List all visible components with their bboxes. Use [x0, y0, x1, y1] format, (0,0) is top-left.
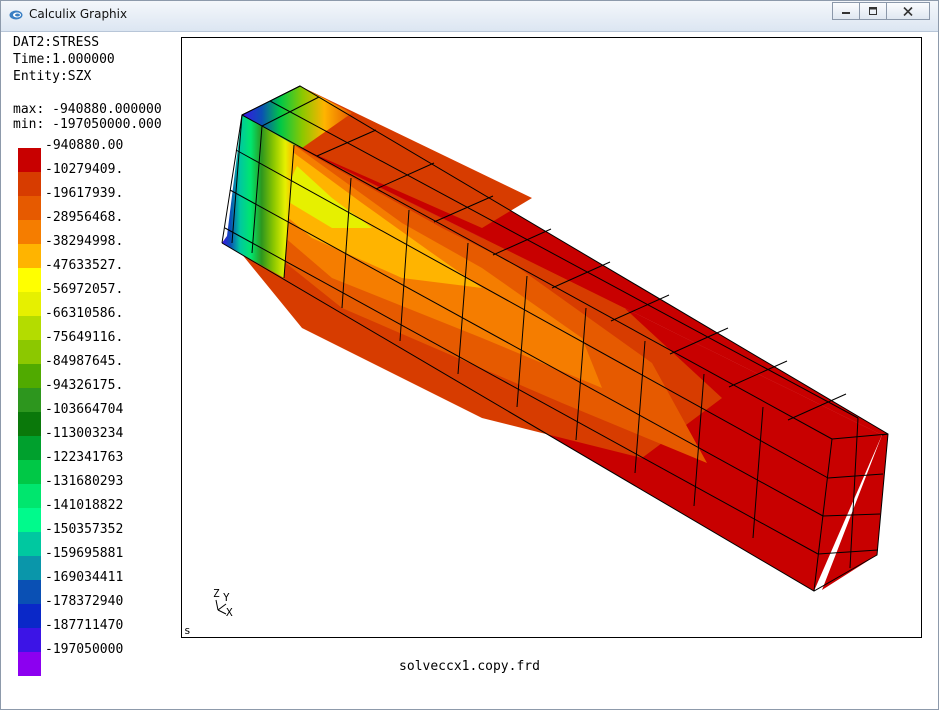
legend-label: -10279409. — [45, 162, 124, 177]
legend-swatch — [18, 340, 41, 364]
legend-swatch — [18, 580, 41, 604]
legend-label: -38294998. — [45, 234, 124, 249]
calculix-app-icon — [9, 10, 23, 20]
legend-label: -56972057. — [45, 282, 124, 297]
legend-label: -141018822 — [45, 498, 124, 513]
min-value: min: -197050000.000 — [13, 117, 162, 132]
end-face — [222, 115, 294, 278]
time-label: Time:1.000000 — [13, 52, 115, 67]
close-icon — [903, 6, 913, 16]
legend-swatch — [18, 388, 41, 412]
legend-swatch — [18, 532, 41, 556]
legend-label: -178372940 — [45, 594, 124, 609]
legend-swatch — [18, 292, 41, 316]
legend-swatch — [18, 604, 41, 628]
legend-label: -75649116. — [45, 330, 124, 345]
legend-swatch — [18, 148, 41, 172]
maximize-button[interactable] — [859, 2, 887, 20]
legend-label: -84987645. — [45, 354, 124, 369]
legend-swatch — [18, 484, 41, 508]
legend-label: -113003234 — [45, 426, 124, 441]
minimize-button[interactable] — [832, 2, 860, 20]
legend-swatch — [18, 244, 41, 268]
legend-swatch — [18, 268, 41, 292]
legend-label: -19617939. — [45, 186, 124, 201]
legend-label: -150357352 — [45, 522, 124, 537]
dataset-label: DAT2:STRESS — [13, 35, 100, 50]
legend-label: -197050000 — [45, 642, 124, 657]
title-bar[interactable]: Calculix Graphix — [1, 1, 938, 32]
legend-label: -169034411 — [45, 570, 124, 585]
legend-label: -103664704 — [45, 402, 124, 417]
legend-label: -940880.00 — [45, 138, 124, 153]
legend-swatch — [18, 412, 41, 436]
legend-label: -187711470 — [45, 618, 124, 633]
legend-label: -122341763 — [45, 450, 124, 465]
legend-label: -159695881 — [45, 546, 124, 561]
window-title: Calculix Graphix — [29, 7, 128, 21]
maximize-icon — [869, 7, 877, 15]
legend-swatch — [18, 556, 41, 580]
legend-swatch — [18, 220, 41, 244]
legend-label: -66310586. — [45, 306, 124, 321]
file-name: solveccx1.copy.frd — [399, 659, 540, 674]
close-button[interactable] — [886, 2, 930, 20]
fe-mesh-plot: Z Y X — [213, 85, 889, 619]
calculix-window: Calculix Graphix DAT2:STRESS Time:1.0000… — [0, 0, 939, 710]
corner-label: s — [184, 624, 191, 637]
max-value: max: -940880.000000 — [13, 102, 162, 117]
window-controls — [832, 2, 930, 20]
legend-label: -94326175. — [45, 378, 124, 393]
legend-label: -47633527. — [45, 258, 124, 273]
legend-swatch — [18, 460, 41, 484]
legend-swatch — [18, 316, 41, 340]
model-viewport[interactable]: Z Y X s — [181, 37, 922, 638]
legend-swatch — [18, 436, 41, 460]
graphics-area[interactable]: DAT2:STRESS Time:1.000000 Entity:SZX max… — [7, 32, 932, 705]
axis-x-label: X — [226, 606, 233, 619]
legend-label: -28956468. — [45, 210, 124, 225]
legend-swatch — [18, 628, 41, 652]
legend-swatch — [18, 196, 41, 220]
legend-swatch — [18, 172, 41, 196]
minimize-icon — [842, 12, 850, 14]
entity-label: Entity:SZX — [13, 69, 92, 84]
legend-swatch — [18, 508, 41, 532]
legend-label: -131680293 — [45, 474, 124, 489]
axis-z-label: Z — [213, 587, 220, 600]
axis-y-label: Y — [223, 591, 230, 604]
legend-swatch — [18, 364, 41, 388]
